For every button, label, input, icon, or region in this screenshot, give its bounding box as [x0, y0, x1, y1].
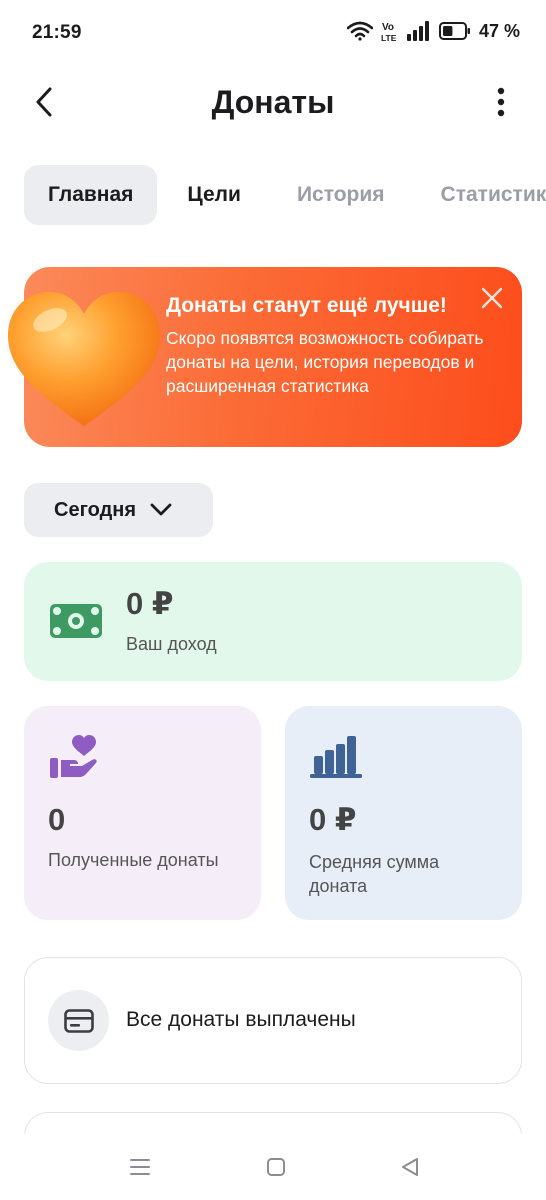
menu-icon — [130, 1159, 150, 1175]
received-label: Полученные донаты — [48, 850, 219, 870]
income-value: 0 ₽ — [126, 586, 174, 621]
promo-close-button[interactable] — [480, 286, 504, 310]
status-icons: Vo LTE 47 % — [346, 20, 520, 42]
banknote-icon — [50, 604, 102, 638]
payout-label: Все донаты выплачены — [126, 1008, 356, 1031]
signal-icon — [406, 21, 431, 41]
tab-history[interactable]: История — [269, 165, 413, 225]
more-vertical-icon — [497, 87, 505, 117]
volte-icon: Vo LTE — [381, 20, 399, 42]
period-label: Сегодня — [54, 498, 137, 521]
income-label: Ваш доход — [126, 634, 217, 654]
bar-chart-icon — [310, 736, 362, 778]
battery-icon — [438, 22, 471, 40]
credit-card-icon — [63, 1008, 94, 1033]
page-title: Донаты — [211, 84, 335, 120]
average-label: Средняя сумма доната — [309, 852, 440, 896]
promo-text: Скоро появятся возможность собирать дона… — [166, 328, 484, 396]
nav-home-button[interactable] — [256, 1152, 296, 1182]
home-icon — [267, 1158, 285, 1176]
wifi-icon — [346, 21, 373, 41]
average-value: 0 ₽ — [309, 802, 357, 837]
svg-text:Vo: Vo — [382, 22, 394, 33]
more-menu-button[interactable] — [488, 84, 514, 120]
tab-main[interactable]: Главная — [24, 165, 158, 225]
close-icon — [481, 287, 503, 309]
battery-percent: 47 % — [478, 20, 520, 41]
status-time: 21:59 — [32, 22, 82, 43]
period-dropdown[interactable]: Сегодня — [24, 483, 213, 537]
promo-title: Донаты станут ещё лучше! — [166, 294, 447, 317]
svg-text:LTE: LTE — [381, 33, 397, 42]
nav-back-button[interactable] — [390, 1152, 430, 1182]
back-icon — [402, 1158, 418, 1176]
payout-icon-circle — [48, 990, 109, 1051]
hand-heart-icon — [50, 734, 100, 780]
nav-menu-button[interactable] — [120, 1152, 160, 1182]
tab-bar: Главная Цели История Статистика — [24, 165, 546, 225]
tab-statistics[interactable]: Статистика — [413, 165, 546, 225]
heart-icon — [4, 286, 164, 432]
tab-goals[interactable]: Цели — [157, 165, 269, 225]
chevron-down-icon — [150, 503, 172, 516]
received-value: 0 — [48, 802, 66, 837]
